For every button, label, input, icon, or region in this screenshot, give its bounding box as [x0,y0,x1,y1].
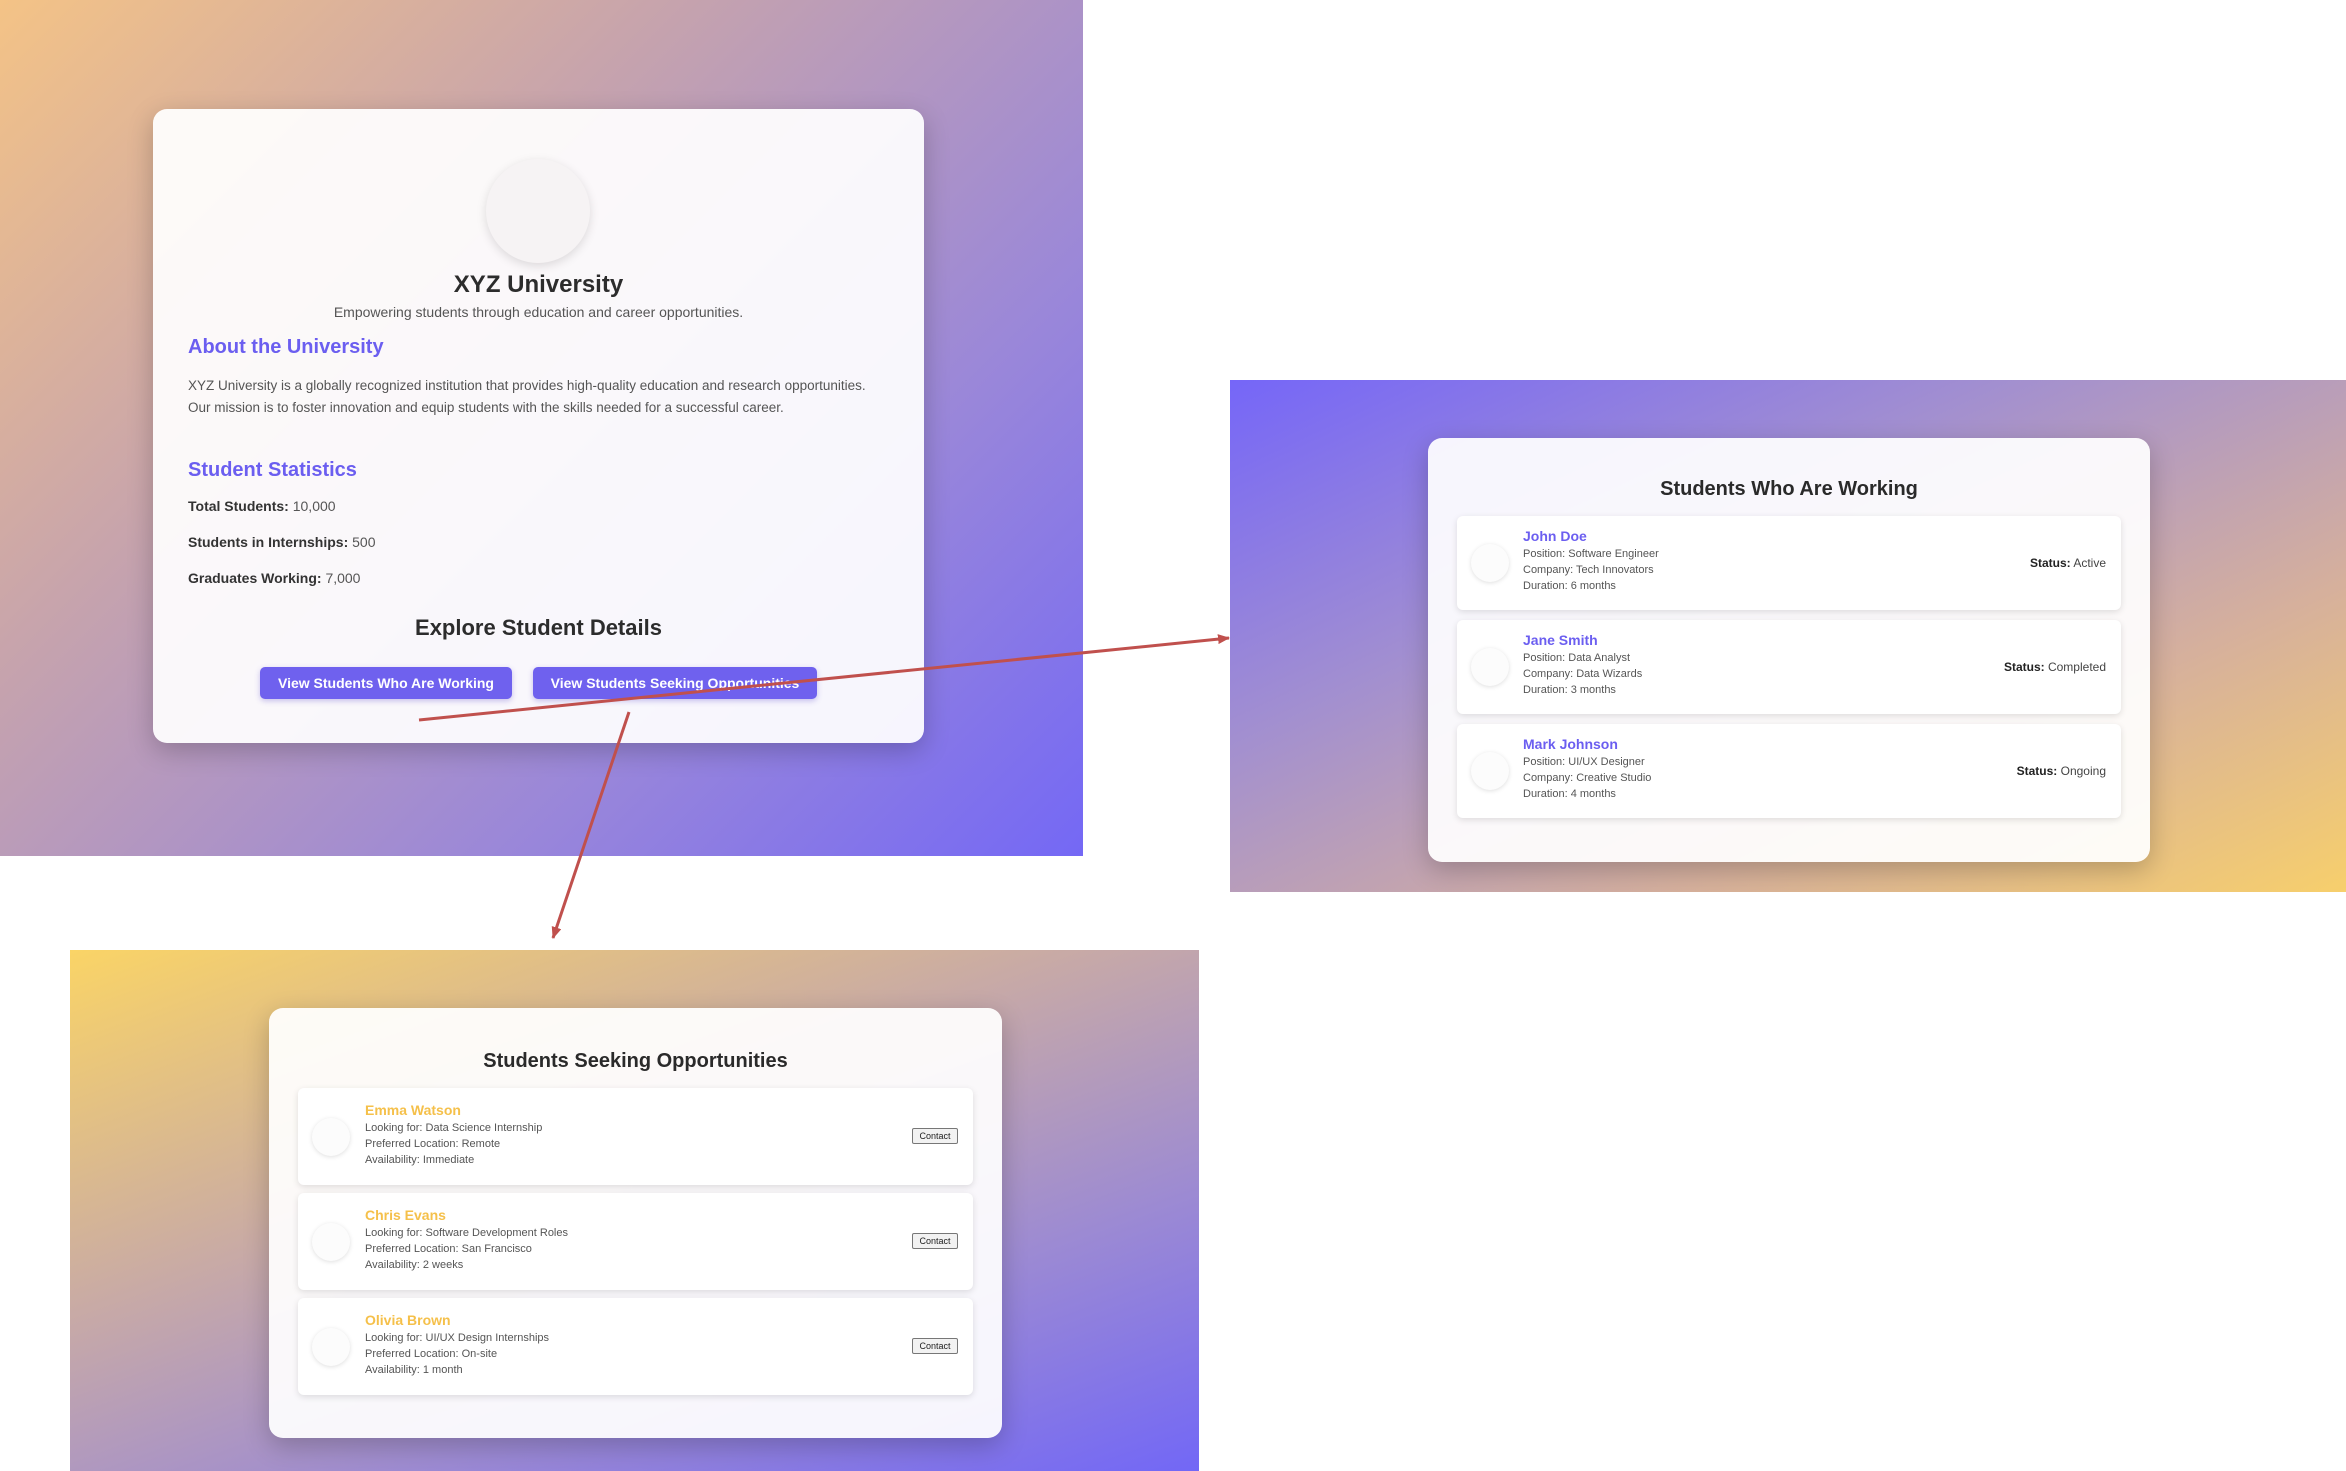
student-position: Position: UI/UX Designer [1523,756,1645,768]
stat-label: Graduates Working: [188,570,322,586]
working-title: Students Who Are Working [1660,478,1918,500]
student-name: John Doe [1523,528,1587,544]
student-company: Company: Data Wizards [1523,668,1643,680]
student-duration: Duration: 3 months [1523,684,1616,696]
student-name: Jane Smith [1523,632,1598,648]
stat-value: 500 [352,534,376,550]
stat-label: Students in Internships: [188,534,349,550]
student-status: Status: Ongoing [2017,764,2106,778]
student-duration: Duration: 6 months [1523,580,1616,592]
student-position: Position: Data Analyst [1523,652,1631,664]
stat-label: Total Students: [188,498,289,514]
avatar-icon [312,1223,350,1261]
university-page-screenshot: XYZ University Empowering students throu… [0,0,1083,856]
student-availability: Availability: Immediate [365,1154,475,1166]
student-availability: Availability: 1 month [365,1364,463,1376]
seeking-student-item: Olivia Brown Looking for: UI/UX Design I… [298,1298,973,1395]
student-company: Company: Tech Innovators [1523,564,1654,576]
university-card: XYZ University Empowering students throu… [153,109,924,743]
student-looking-for: Looking for: UI/UX Design Internships [365,1332,550,1344]
status-label: Status: [2003,660,2045,674]
avatar-icon [1471,752,1509,790]
student-name: Emma Watson [365,1102,461,1118]
about-text: XYZ University is a globally recognized … [188,378,866,415]
seeking-students-card: Students Seeking Opportunities Emma Wats… [269,1008,1002,1438]
status-value: Completed [2047,660,2106,674]
view-working-button[interactable]: View Students Who Are Working [260,667,512,699]
student-status: Status: Completed [2004,660,2106,674]
page-title: XYZ University [453,271,624,298]
student-availability: Availability: 2 weeks [365,1259,464,1271]
university-logo-icon [486,159,590,263]
status-value: Ongoing [2060,764,2106,778]
student-duration: Duration: 4 months [1523,788,1616,800]
student-name: Mark Johnson [1523,736,1618,752]
working-student-item: Jane Smith Position: Data Analyst Compan… [1457,620,2121,714]
stats-heading: Student Statistics [188,459,357,481]
working-students-screenshot: Students Who Are Working John Doe Positi… [1230,380,2346,892]
student-name: Chris Evans [365,1207,446,1223]
avatar-icon [1471,648,1509,686]
student-company: Company: Creative Studio [1523,772,1652,784]
student-status: Status: Active [2030,556,2106,570]
stat-graduates-working: Graduates Working: 7,000 [188,570,360,586]
contact-button[interactable]: Contact [912,1233,958,1249]
status-label: Status: [2029,556,2071,570]
stat-value: 7,000 [325,570,361,586]
student-name: Olivia Brown [365,1312,451,1328]
about-heading: About the University [188,336,384,358]
student-location: Preferred Location: On-site [365,1348,498,1360]
seeking-student-item: Chris Evans Looking for: Software Develo… [298,1193,973,1290]
working-student-item: Mark Johnson Position: UI/UX Designer Co… [1457,724,2121,818]
avatar-icon [312,1118,350,1156]
stat-value: 10,000 [292,498,336,514]
page-tagline: Empowering students through education an… [333,304,744,320]
student-location: Preferred Location: Remote [365,1138,501,1150]
avatar-icon [1471,544,1509,582]
working-students-card: Students Who Are Working John Doe Positi… [1428,438,2150,862]
status-value: Active [2073,556,2106,570]
stat-total-students: Total Students: 10,000 [188,498,336,514]
explore-heading: Explore Student Details [415,615,662,640]
seeking-students-screenshot: Students Seeking Opportunities Emma Wats… [70,950,1199,1471]
avatar-icon [312,1328,350,1366]
student-looking-for: Looking for: Data Science Internship [365,1122,543,1134]
contact-button[interactable]: Contact [912,1128,958,1144]
view-seeking-button[interactable]: View Students Seeking Opportunities [533,667,817,699]
seeking-student-item: Emma Watson Looking for: Data Science In… [298,1088,973,1185]
student-position: Position: Software Engineer [1523,548,1659,560]
working-student-item: John Doe Position: Software Engineer Com… [1457,516,2121,610]
student-location: Preferred Location: San Francisco [365,1243,532,1255]
seeking-title: Students Seeking Opportunities [483,1050,788,1072]
contact-button[interactable]: Contact [912,1338,958,1354]
status-label: Status: [2016,764,2058,778]
student-looking-for: Looking for: Software Development Roles [365,1227,568,1239]
stat-internships: Students in Internships: 500 [188,534,375,550]
